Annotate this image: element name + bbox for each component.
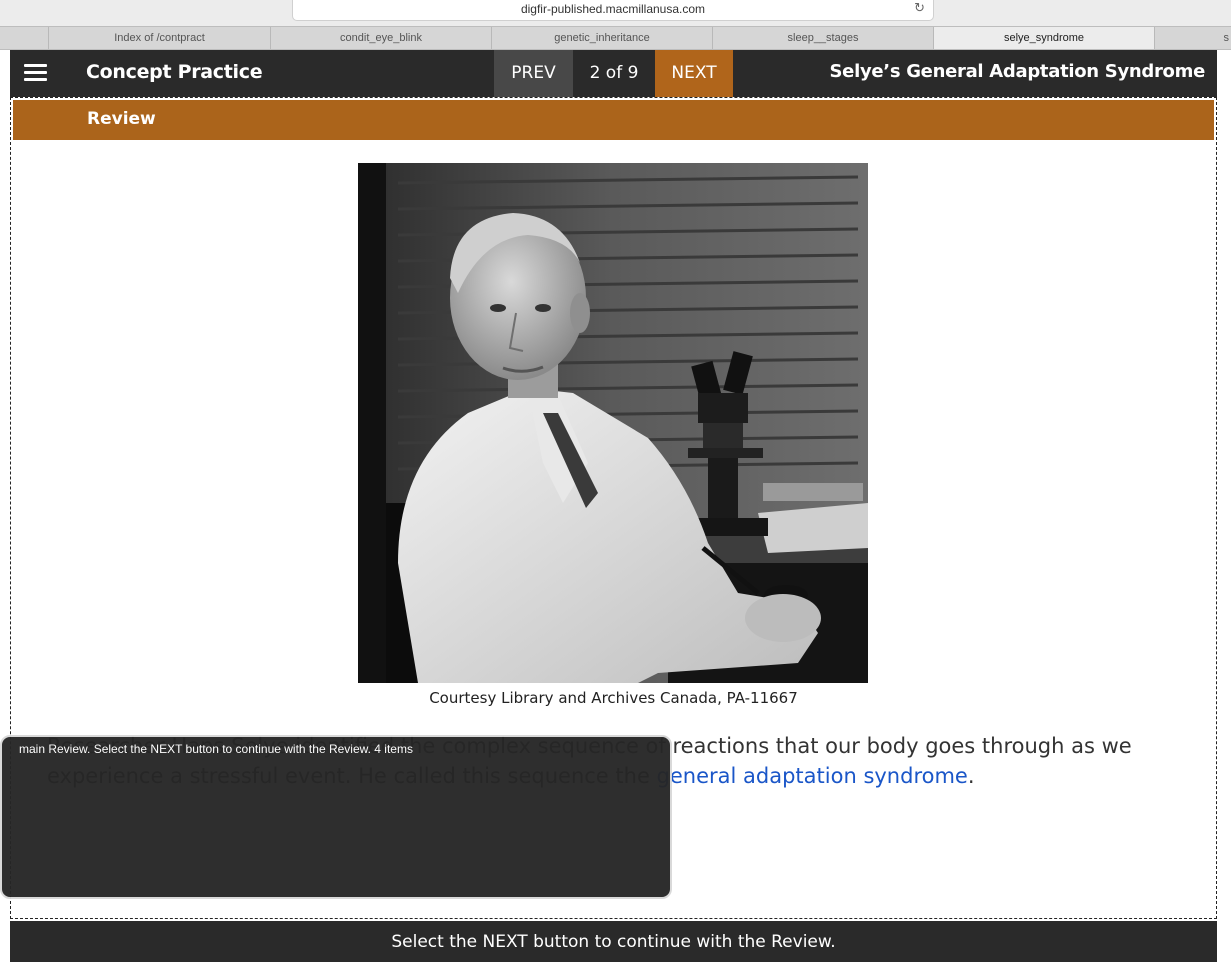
page-indicator: 2 of 9 bbox=[589, 63, 639, 83]
app-title: Concept Practice bbox=[86, 61, 263, 83]
footer-instruction: Select the NEXT button to continue with … bbox=[391, 932, 836, 952]
browser-tab[interactable]: sleep__stages bbox=[712, 27, 933, 49]
next-button[interactable]: NEXT bbox=[655, 50, 733, 97]
glossary-link[interactable]: general adaptation syndrome bbox=[657, 764, 968, 788]
address-bar[interactable]: digfir-published.macmillanusa.com ↻ bbox=[292, 0, 934, 21]
voiceover-caption-panel: main Review. Select the NEXT button to c… bbox=[0, 735, 672, 899]
body-text-end: . bbox=[967, 764, 975, 788]
footer-bar: Select the NEXT button to continue with … bbox=[10, 921, 1217, 962]
app-header: Concept Practice PREV 2 of 9 NEXT Selye’… bbox=[10, 50, 1217, 97]
browser-tab[interactable]: condit_eye_blink bbox=[270, 27, 491, 49]
section-label: Review bbox=[87, 109, 156, 129]
browser-tab-active[interactable]: selye_syndrome bbox=[933, 27, 1154, 49]
browser-tab-strip: Index of /contpract condit_eye_blink gen… bbox=[0, 26, 1231, 50]
hamburger-menu-icon[interactable] bbox=[24, 64, 47, 82]
browser-tab[interactable]: Index of /contpract bbox=[48, 27, 270, 49]
browser-tab[interactable]: genetic_inheritance bbox=[491, 27, 712, 49]
url-text: digfir-published.macmillanusa.com bbox=[520, 2, 706, 16]
module-title: Selye’s General Adaptation Syndrome bbox=[829, 61, 1206, 82]
portrait-photo bbox=[358, 163, 868, 683]
reload-icon[interactable]: ↻ bbox=[914, 1, 925, 16]
browser-toolbar: digfir-published.macmillanusa.com ↻ bbox=[0, 0, 1231, 26]
browser-tab[interactable]: s bbox=[1154, 27, 1231, 49]
voiceover-text: main Review. Select the NEXT button to c… bbox=[19, 742, 413, 756]
photo-caption: Courtesy Library and Archives Canada, PA… bbox=[429, 689, 798, 707]
prev-button[interactable]: PREV bbox=[494, 50, 573, 97]
section-header: Review bbox=[13, 100, 1214, 140]
